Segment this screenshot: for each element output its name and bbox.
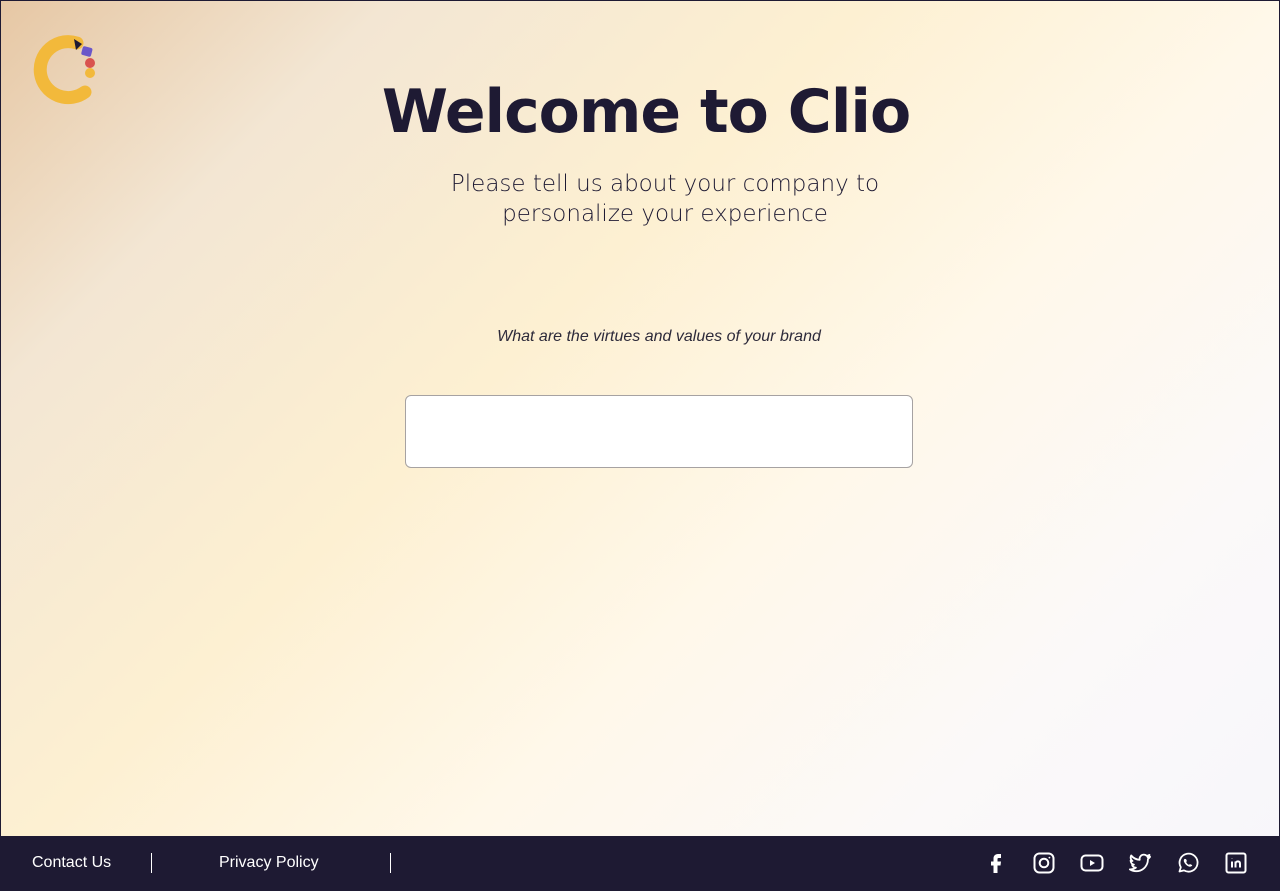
page-title: Welcome to Clio (381, 77, 911, 147)
instagram-icon[interactable] (1032, 851, 1056, 875)
footer: Contact Us Privacy Policy (1, 836, 1279, 890)
whatsapp-icon[interactable] (1176, 851, 1200, 875)
twitter-icon[interactable] (1128, 851, 1152, 875)
brand-values-input[interactable] (405, 395, 913, 468)
question-label: What are the virtues and values of your … (497, 328, 821, 345)
youtube-icon[interactable] (1080, 851, 1104, 875)
facebook-icon[interactable] (984, 851, 1008, 875)
page-subtitle: Please tell us about your company to per… (450, 171, 880, 227)
footer-divider (151, 853, 152, 873)
footer-divider (390, 853, 391, 873)
contact-us-link[interactable]: Contact Us (32, 836, 111, 890)
privacy-policy-link[interactable]: Privacy Policy (219, 836, 319, 890)
linkedin-icon[interactable] (1224, 851, 1248, 875)
